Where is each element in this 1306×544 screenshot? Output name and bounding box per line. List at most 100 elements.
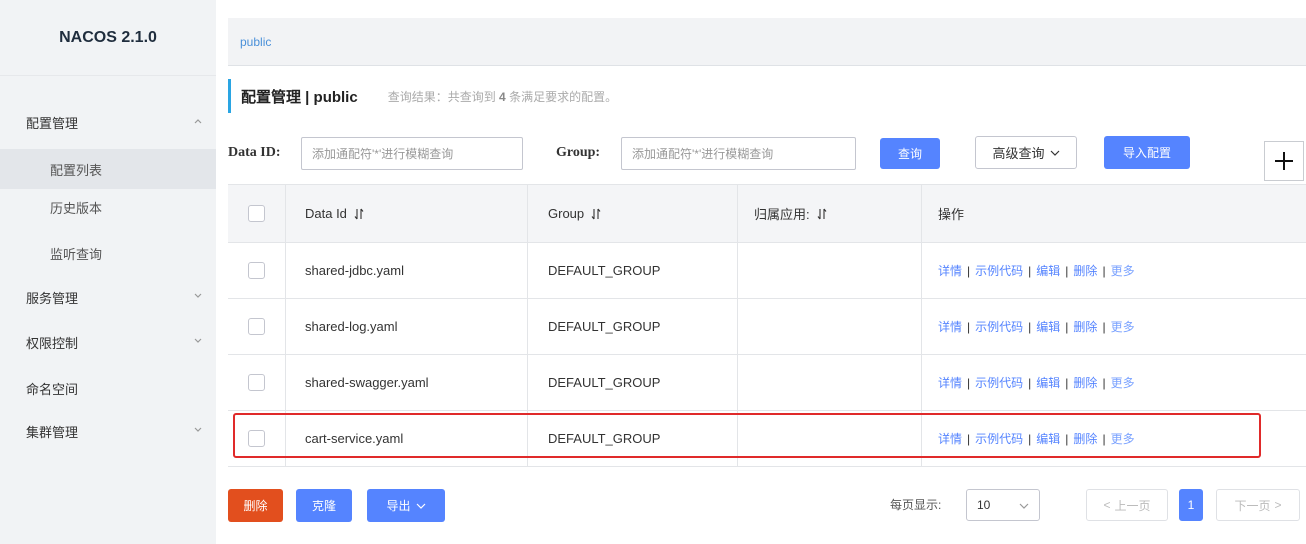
table-row: shared-jdbc.yaml DEFAULT_GROUP 详情 | 示例代码 | 编辑 |… <box>228 243 1306 299</box>
sidebar-item-config-management[interactable]: 配置管理 <box>0 102 216 142</box>
app-cell <box>738 243 922 298</box>
more-link[interactable]: 更多 <box>1111 320 1135 334</box>
actions-cell: 详情 | 示例代码 | 编辑 | 删除 | 更多 <box>922 243 1306 298</box>
app-cell <box>738 411 922 466</box>
dataid-label: Data ID: <box>228 145 281 160</box>
edit-link[interactable]: 编辑 <box>1036 264 1060 278</box>
sidebar-item-service-management[interactable]: 服务管理 <box>0 277 216 317</box>
group-text: DEFAULT_GROUP <box>548 319 661 334</box>
sidebar-item-cluster-management[interactable]: 集群管理 <box>0 411 216 451</box>
edit-link[interactable]: 编辑 <box>1036 376 1060 390</box>
separator: | <box>1028 264 1032 278</box>
advanced-query-button[interactable]: 高级查询 <box>975 136 1077 169</box>
sort-icon <box>591 208 601 219</box>
sidebar-item-namespace[interactable]: 命名空间 <box>0 368 216 408</box>
chevron-up-icon <box>194 119 202 124</box>
separator: | <box>1065 432 1069 446</box>
more-link[interactable]: 更多 <box>1111 376 1135 390</box>
group-label: Group: <box>556 145 601 160</box>
header-label: Data Id <box>305 206 347 221</box>
header-app[interactable]: 归属应用: <box>738 185 922 242</box>
prev-label: 上一页 <box>1114 498 1151 513</box>
row-checkbox[interactable] <box>248 318 265 335</box>
plus-icon <box>1275 152 1293 170</box>
header-group[interactable]: Group <box>528 185 738 242</box>
export-button[interactable]: 导出 <box>367 489 445 522</box>
delete-link[interactable]: 删除 <box>1073 320 1097 334</box>
edit-link[interactable]: 编辑 <box>1036 320 1060 334</box>
namespace-bar: public <box>228 18 1306 66</box>
header-select-cell <box>228 185 286 242</box>
clone-button[interactable]: 克隆 <box>296 489 352 522</box>
group-cell: DEFAULT_GROUP <box>528 243 738 298</box>
app-cell <box>738 355 922 410</box>
config-table: Data Id Group 归属应用: 操作 shared-jdbc.yaml D… <box>228 184 1306 467</box>
separator: | <box>967 264 971 278</box>
group-cell: DEFAULT_GROUP <box>528 299 738 354</box>
dataid-input[interactable] <box>301 137 523 170</box>
sidebar-item-config-list[interactable]: 配置列表 <box>0 149 216 189</box>
edit-link[interactable]: 编辑 <box>1036 432 1060 446</box>
sidebar-item-access-control[interactable]: 权限控制 <box>0 322 216 362</box>
sample-code-link[interactable]: 示例代码 <box>975 320 1023 334</box>
pagesize-select[interactable]: 10 <box>966 489 1040 521</box>
sort-icon <box>354 208 364 219</box>
row-checkbox[interactable] <box>248 374 265 391</box>
chevron-down-icon <box>416 503 425 509</box>
chevron-down-icon <box>194 427 202 432</box>
main-content: public 配置管理 | public 查询结果：共查询到 4 条满足要求的配… <box>216 0 1306 544</box>
sample-code-link[interactable]: 示例代码 <box>975 432 1023 446</box>
more-link[interactable]: 更多 <box>1111 264 1135 278</box>
row-checkbox[interactable] <box>248 430 265 447</box>
table-body: shared-jdbc.yaml DEFAULT_GROUP 详情 | 示例代码 | 编辑 |… <box>228 243 1306 467</box>
detail-link[interactable]: 详情 <box>938 432 962 446</box>
group-cell: DEFAULT_GROUP <box>528 411 738 466</box>
result-count: 4 <box>499 89 506 104</box>
pagesize-value: 10 <box>977 498 991 512</box>
detail-link[interactable]: 详情 <box>938 376 962 390</box>
sidebar-item-history[interactable]: 历史版本 <box>0 187 216 227</box>
detail-link[interactable]: 详情 <box>938 320 962 334</box>
import-config-button[interactable]: 导入配置 <box>1104 136 1190 169</box>
page-header: 配置管理 | public 查询结果：共查询到 4 条满足要求的配置。 <box>228 78 617 114</box>
delete-link[interactable]: 删除 <box>1073 264 1097 278</box>
result-prefix: 查询结果：共查询到 <box>387 89 500 104</box>
sidebar: NACOS 2.1.0 配置管理 配置列表 历史版本 监听查询 服务管理 权限控… <box>0 0 216 544</box>
sidebar-item-label: 命名空间 <box>26 381 79 397</box>
delete-link[interactable]: 删除 <box>1073 432 1097 446</box>
select-all-checkbox[interactable] <box>248 205 265 222</box>
next-label: 下一页 <box>1234 498 1271 513</box>
next-page-button[interactable]: 下一页 > <box>1216 489 1300 521</box>
namespace-link-public[interactable]: public <box>240 35 271 49</box>
batch-delete-button[interactable]: 删除 <box>228 489 283 522</box>
export-label: 导出 <box>386 499 411 513</box>
query-button[interactable]: 查询 <box>880 138 940 169</box>
sample-code-link[interactable]: 示例代码 <box>975 376 1023 390</box>
sample-code-link[interactable]: 示例代码 <box>975 264 1023 278</box>
chevron-down-icon <box>1050 150 1059 156</box>
row-actions: 详情 | 示例代码 | 编辑 | 删除 | 更多 <box>938 430 1135 447</box>
add-config-button[interactable] <box>1264 141 1304 181</box>
row-actions: 详情 | 示例代码 | 编辑 | 删除 | 更多 <box>938 318 1135 335</box>
sidebar-item-listener-query[interactable]: 监听查询 <box>0 233 216 273</box>
dataid-text: shared-swagger.yaml <box>305 375 429 390</box>
sidebar-item-label: 服务管理 <box>26 290 79 306</box>
actions-cell: 详情 | 示例代码 | 编辑 | 删除 | 更多 <box>922 299 1306 354</box>
group-text: DEFAULT_GROUP <box>548 431 661 446</box>
separator: | <box>1102 264 1106 278</box>
header-label: Group <box>548 206 585 221</box>
group-input[interactable] <box>621 137 856 170</box>
separator: | <box>1065 376 1069 390</box>
delete-link[interactable]: 删除 <box>1073 376 1097 390</box>
row-checkbox[interactable] <box>248 262 265 279</box>
detail-link[interactable]: 详情 <box>938 264 962 278</box>
prev-page-button[interactable]: < 上一页 <box>1086 489 1168 521</box>
page-1-button[interactable]: 1 <box>1179 489 1203 521</box>
separator: | <box>1028 376 1032 390</box>
header-label: 操作 <box>938 207 965 222</box>
current-page-label: 1 <box>1187 498 1195 512</box>
separator: | <box>967 376 971 390</box>
header-dataid[interactable]: Data Id <box>286 185 528 242</box>
more-link[interactable]: 更多 <box>1111 432 1135 446</box>
header-label: 归属应用: <box>754 207 810 222</box>
